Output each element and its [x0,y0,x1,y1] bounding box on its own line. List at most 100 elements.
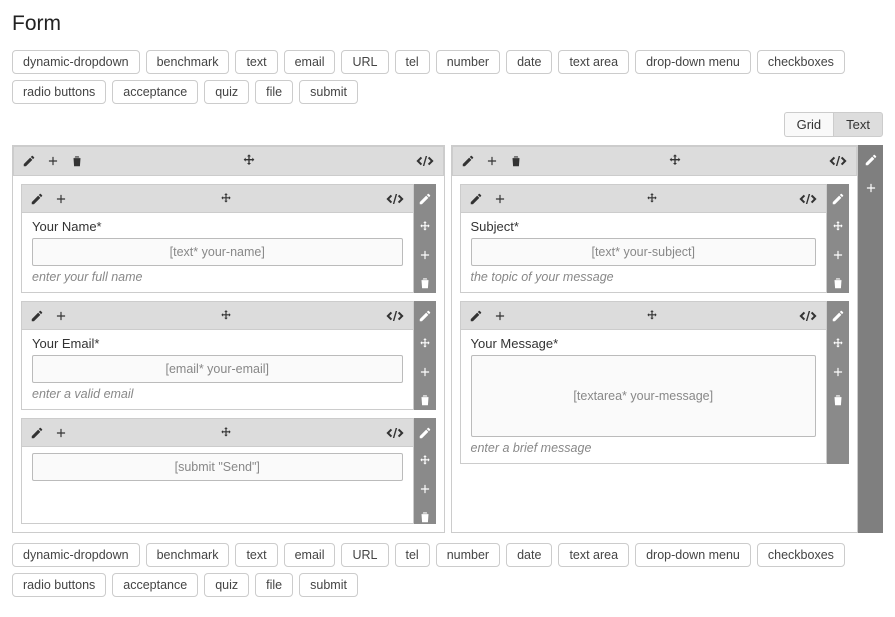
plus-icon[interactable] [54,426,68,440]
text-field[interactable]: [email* your-email] [32,355,403,383]
move-icon[interactable] [831,337,845,351]
plus-icon[interactable] [864,181,878,195]
pencil-icon[interactable] [831,309,845,323]
pencil-icon[interactable] [418,309,432,323]
trash-icon[interactable] [831,276,845,290]
field-label: Your Email* [32,336,403,351]
tag-dynamic-dropdown[interactable]: dynamic-dropdown [12,543,140,567]
tag-number[interactable]: number [436,543,500,567]
tag-date[interactable]: date [506,543,552,567]
pencil-icon[interactable] [30,426,44,440]
tag-radio-buttons[interactable]: radio buttons [12,80,106,104]
tag-URL[interactable]: URL [341,50,388,74]
plus-icon[interactable] [493,309,507,323]
code-icon[interactable] [385,192,405,206]
tag-dynamic-dropdown[interactable]: dynamic-dropdown [12,50,140,74]
view-toggle: Grid Text [12,112,883,137]
plus-icon[interactable] [831,248,845,262]
pencil-icon[interactable] [469,309,483,323]
plus-icon[interactable] [831,365,845,379]
text-field[interactable]: [submit "Send"] [32,453,403,481]
tag-acceptance[interactable]: acceptance [112,573,198,597]
tag-quiz[interactable]: quiz [204,573,249,597]
tag-drop-down-menu[interactable]: drop-down menu [635,543,751,567]
pencil-icon[interactable] [30,192,44,206]
move-icon[interactable] [831,220,845,234]
tag-benchmark[interactable]: benchmark [146,543,230,567]
pencil-icon[interactable] [461,154,475,168]
plus-icon[interactable] [418,248,432,262]
tag-URL[interactable]: URL [341,543,388,567]
code-icon[interactable] [828,154,848,168]
trash-icon[interactable] [70,154,84,168]
plus-icon[interactable] [54,309,68,323]
plus-icon[interactable] [418,482,432,496]
move-icon[interactable] [645,192,659,206]
tag-checkboxes[interactable]: checkboxes [757,50,845,74]
move-icon[interactable] [418,454,432,468]
pencil-icon[interactable] [30,309,44,323]
pencil-icon[interactable] [831,192,845,206]
move-icon[interactable] [645,309,659,323]
tag-date[interactable]: date [506,50,552,74]
tag-acceptance[interactable]: acceptance [112,80,198,104]
trash-icon[interactable] [509,154,523,168]
tag-tel[interactable]: tel [395,50,430,74]
tag-text-area[interactable]: text area [558,543,629,567]
move-icon[interactable] [667,153,683,169]
tag-number[interactable]: number [436,50,500,74]
move-icon[interactable] [219,309,233,323]
code-icon[interactable] [385,426,405,440]
code-icon[interactable] [798,192,818,206]
tag-quiz[interactable]: quiz [204,80,249,104]
code-icon[interactable] [798,309,818,323]
pencil-icon[interactable] [418,192,432,206]
plus-icon[interactable] [493,192,507,206]
tag-tel[interactable]: tel [395,543,430,567]
text-field[interactable]: [text* your-subject] [471,238,817,266]
textarea-field[interactable]: [textarea* your-message] [471,355,817,437]
trash-icon[interactable] [831,393,845,407]
item-side-rail [827,184,849,293]
move-icon[interactable] [219,192,233,206]
pencil-icon[interactable] [469,192,483,206]
tag-submit[interactable]: submit [299,80,358,104]
form-item: Your Email*[email* your-email]enter a va… [21,301,436,410]
form-item: Subject*[text* your-subject]the topic of… [460,184,850,293]
move-icon[interactable] [241,153,257,169]
tag-email[interactable]: email [284,543,336,567]
form-item: [submit "Send"] [21,418,436,524]
view-text-button[interactable]: Text [833,112,883,137]
trash-icon[interactable] [418,276,432,290]
code-icon[interactable] [385,309,405,323]
item-toolbar [22,302,413,330]
tag-file[interactable]: file [255,573,293,597]
text-field[interactable]: [text* your-name] [32,238,403,266]
plus-icon[interactable] [54,192,68,206]
tag-file[interactable]: file [255,80,293,104]
move-icon[interactable] [418,337,432,351]
trash-icon[interactable] [418,510,432,524]
tag-benchmark[interactable]: benchmark [146,50,230,74]
tag-checkboxes[interactable]: checkboxes [757,543,845,567]
move-icon[interactable] [418,220,432,234]
tag-drop-down-menu[interactable]: drop-down menu [635,50,751,74]
column-right: Subject*[text* your-subject]the topic of… [451,145,859,533]
tag-radio-buttons[interactable]: radio buttons [12,573,106,597]
pencil-icon[interactable] [864,153,878,167]
move-icon[interactable] [219,426,233,440]
code-icon[interactable] [415,154,435,168]
view-grid-button[interactable]: Grid [784,112,834,137]
pencil-icon[interactable] [418,426,432,440]
plus-icon[interactable] [46,154,60,168]
tag-submit[interactable]: submit [299,573,358,597]
trash-icon[interactable] [418,393,432,407]
form-item: Your Message*[textarea* your-message]ent… [460,301,850,464]
plus-icon[interactable] [418,365,432,379]
tag-email[interactable]: email [284,50,336,74]
plus-icon[interactable] [485,154,499,168]
tag-text-area[interactable]: text area [558,50,629,74]
tag-text[interactable]: text [235,50,277,74]
tag-text[interactable]: text [235,543,277,567]
pencil-icon[interactable] [22,154,36,168]
